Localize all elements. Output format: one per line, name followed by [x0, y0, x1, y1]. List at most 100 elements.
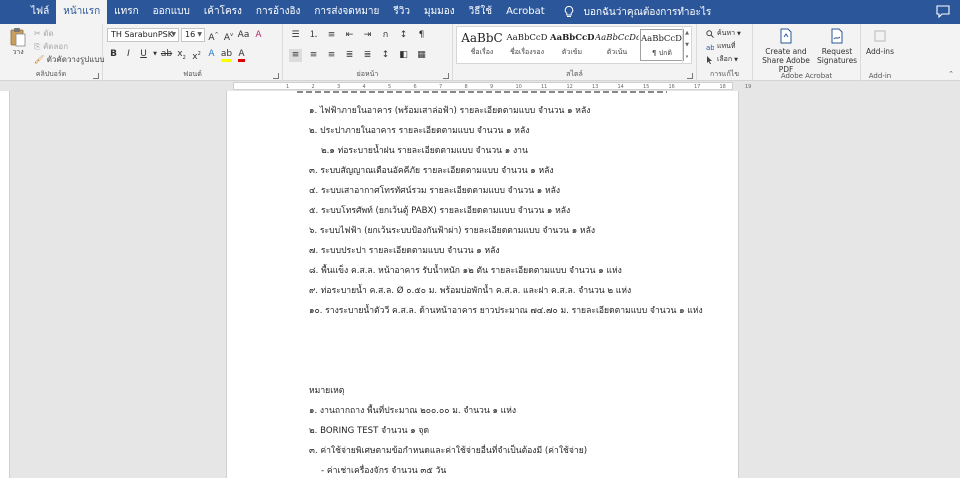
ruler-tick: 14 — [617, 84, 624, 90]
tab-4[interactable]: เค้าโครง — [197, 0, 249, 24]
multilevel-list-icon[interactable]: ≡ — [325, 29, 338, 42]
request-signatures-button[interactable]: Request Signatures — [817, 28, 857, 65]
tab-10[interactable]: Acrobat — [499, 0, 552, 24]
addin-group: Add-ins Add-in — [861, 24, 899, 81]
distributed-icon[interactable]: ≣ — [361, 49, 374, 62]
thai-distributed-icon[interactable]: ก — [379, 29, 392, 42]
borders-icon[interactable]: ▦ — [415, 49, 428, 62]
horizontal-ruler[interactable]: 1 2 3 4 5 6 7 8 9 10 11 12 13 14 15 16 17 18 19 — [0, 81, 960, 91]
clear-formatting-icon[interactable]: A — [252, 29, 265, 42]
cut-off-text-line — [297, 91, 667, 93]
line-spacing-icon[interactable]: ↕ — [379, 49, 392, 62]
document-line[interactable]: ๒. ประปาภายในอาคาร รายละเอียดตามแบบ จำนว… — [309, 125, 529, 137]
addins-button[interactable]: Add-ins — [861, 28, 899, 56]
ruler-tick: 17 — [694, 84, 701, 90]
document-line[interactable]: ๗. ระบบประปา รายละเอียดตามแบบ จำนวน ๑ หล… — [309, 245, 500, 257]
document-line[interactable]: ๘. พื้นแข็ง ค.ส.ล. หน้าอาคาร รับน้ำหนัก … — [309, 265, 622, 277]
align-left-icon[interactable]: ≡ — [289, 49, 302, 62]
style-name: ชื่อเรื่องรอง — [509, 48, 545, 56]
format-painter-button[interactable]: 🖌 ตัวคัดวางรูปแบบ — [34, 53, 105, 66]
styles-launcher[interactable] — [687, 73, 693, 79]
select-button[interactable]: เลือก ▼ — [706, 54, 738, 65]
sort-icon[interactable]: ↕ — [397, 29, 410, 42]
strikethrough-icon[interactable]: ab — [160, 48, 173, 61]
vertical-ruler[interactable] — [0, 91, 10, 478]
document-line[interactable]: ๖. ระบบไฟฟ้า (ยกเว้นระบบป้องกันฟ้าผ่า) ร… — [309, 225, 595, 237]
style-name: ตัวเน้น — [606, 48, 628, 56]
clipboard-launcher[interactable] — [93, 73, 99, 79]
tab-0[interactable]: ไฟล์ — [24, 0, 56, 24]
font-color-icon[interactable]: A — [235, 48, 248, 62]
note-line[interactable]: ๒. BORING TEST จำนวน ๑ จุด — [309, 425, 429, 437]
create-share-pdf-button[interactable]: Create and Share Adobe PDF — [757, 28, 815, 74]
superscript-icon[interactable]: x2 — [190, 48, 203, 62]
tab-3[interactable]: ออกแบบ — [146, 0, 197, 24]
document-line[interactable]: ๑๐. รางระบายน้ำตัววี ค.ส.ล. ด้านหน้าอาคา… — [309, 305, 703, 317]
document-line[interactable]: ๕. ระบบโทรศัพท์ (ยกเว้นตู้ PABX) รายละเอ… — [309, 205, 570, 217]
create-share-pdf-label: Create and Share Adobe PDF — [762, 47, 810, 74]
note-line[interactable]: ๓. ค่าใช้จ่ายพิเศษตามข้อกำหนดและค่าใช้จ่… — [309, 445, 587, 457]
text-effects-icon[interactable]: A — [205, 48, 218, 61]
style-item[interactable]: AaBbC ชื่อเรื่อง — [460, 29, 504, 61]
tab-5[interactable]: การอ้างอิง — [249, 0, 307, 24]
ruler-tick: 10 — [515, 84, 522, 90]
font-size-combo[interactable]: 16 ▼ — [181, 28, 205, 42]
ruler-tick: 19 — [745, 84, 752, 90]
tab-9[interactable]: วิธีใช้ — [462, 0, 499, 24]
comment-icon[interactable] — [936, 5, 950, 18]
note-line[interactable]: ๑. งานถากถาง พื้นที่ประมาณ ๒๐๐.๐๐ ม. จำน… — [309, 405, 516, 417]
signature-icon — [831, 28, 843, 44]
style-item[interactable]: AaBbCcD ชื่อเรื่องรอง — [505, 29, 549, 61]
subscript-icon[interactable]: x2 — [175, 48, 188, 61]
align-center-icon[interactable]: ≡ — [307, 49, 320, 62]
tab-2[interactable]: แทรก — [107, 0, 145, 24]
bullets-icon[interactable]: ☰ — [289, 29, 302, 42]
decrease-indent-icon[interactable]: ⇤ — [343, 29, 356, 42]
show-marks-icon[interactable]: ¶ — [415, 29, 428, 42]
tell-me-box[interactable]: บอกฉันว่าคุณต้องการทำอะไร — [552, 5, 711, 20]
cut-button[interactable]: ✂ ตัด — [34, 27, 54, 40]
paragraph-launcher[interactable] — [443, 73, 449, 79]
shading-icon[interactable]: ◧ — [397, 49, 410, 62]
copy-button[interactable]: ⎘ คัดลอก — [34, 40, 68, 53]
tab-6[interactable]: การส่งจดหมาย — [307, 0, 386, 24]
paste-button[interactable]: วาง — [6, 27, 30, 63]
font-group: TH SarabunPSK ▼ 16 ▼ A^ Av Aa A B I U ▼ ab… — [103, 24, 283, 81]
numbering-icon[interactable]: ⒈ — [307, 29, 320, 42]
document-line[interactable]: ๓. ระบบสัญญาณเตือนอัคคีภัย รายละเอียดตาม… — [309, 165, 554, 177]
style-item[interactable]: AaBbCcDd ตัวเข้ม — [550, 29, 594, 61]
ruler-tick: 3 — [337, 84, 341, 90]
style-item[interactable]: AaBbCcDc ตัวเน้น — [595, 29, 639, 61]
change-case-icon[interactable]: Aa — [237, 29, 250, 42]
font-format-tools: B I U ▼ ab x2 x2 A ab A — [107, 48, 248, 62]
font-launcher[interactable] — [273, 73, 279, 79]
justify-icon[interactable]: ≣ — [343, 49, 356, 62]
styles-gallery-scroll[interactable]: ▲ ▼ ▾ — [682, 27, 691, 63]
increase-indent-icon[interactable]: ⇥ — [361, 29, 374, 42]
grow-font-icon[interactable]: A^ — [207, 29, 220, 43]
tab-8[interactable]: มุมมอง — [417, 0, 462, 24]
document-line[interactable]: ๑. ไฟฟ้าภายในอาคาร (พร้อมเสาล่อฟ้า) รายล… — [309, 105, 590, 117]
collapse-ribbon-icon[interactable]: ⌃ — [948, 70, 954, 78]
document-line[interactable]: ๒.๑ ท่อระบายน้ำฝน รายละเอียดตามแบบ จำนวน… — [321, 145, 528, 157]
style-sample: AaBbCcDd — [550, 33, 594, 43]
bold-icon[interactable]: B — [107, 48, 120, 61]
font-name-combo[interactable]: TH SarabunPSK ▼ — [107, 28, 179, 42]
style-item[interactable]: AaBbCcDd ¶ ปกติ — [640, 29, 684, 61]
notes-title[interactable]: หมายเหตุ — [309, 385, 344, 397]
underline-icon[interactable]: U — [137, 48, 150, 61]
document-line[interactable]: ๔. ระบบเสาอากาศโทรทัศน์รวม รายละเอียดตาม… — [309, 185, 560, 197]
ruler-tick: 2 — [311, 84, 315, 90]
highlight-icon[interactable]: ab — [220, 48, 233, 62]
document-line[interactable]: ๙. ท่อระบายน้ำ ค.ส.ล. Ø ๐.๕๐ ม. พร้อมบ่อ… — [309, 285, 631, 297]
shrink-font-icon[interactable]: Av — [222, 29, 235, 43]
replace-button[interactable]: ab แทนที่ — [706, 41, 736, 52]
italic-icon[interactable]: I — [122, 48, 135, 61]
tab-1[interactable]: หน้าแรก — [56, 0, 108, 24]
underline-dropdown-icon[interactable]: ▼ — [152, 48, 158, 61]
tab-7[interactable]: รีวิว — [386, 0, 417, 24]
note-line[interactable]: - ค่าเช่าเครื่องจักร จำนวน ๓๕ วัน — [321, 465, 446, 477]
find-button[interactable]: ค้นหา ▼ — [706, 28, 741, 39]
document-page[interactable]: ๑. ไฟฟ้าภายในอาคาร (พร้อมเสาล่อฟ้า) รายล… — [226, 91, 739, 478]
align-right-icon[interactable]: ≡ — [325, 49, 338, 62]
